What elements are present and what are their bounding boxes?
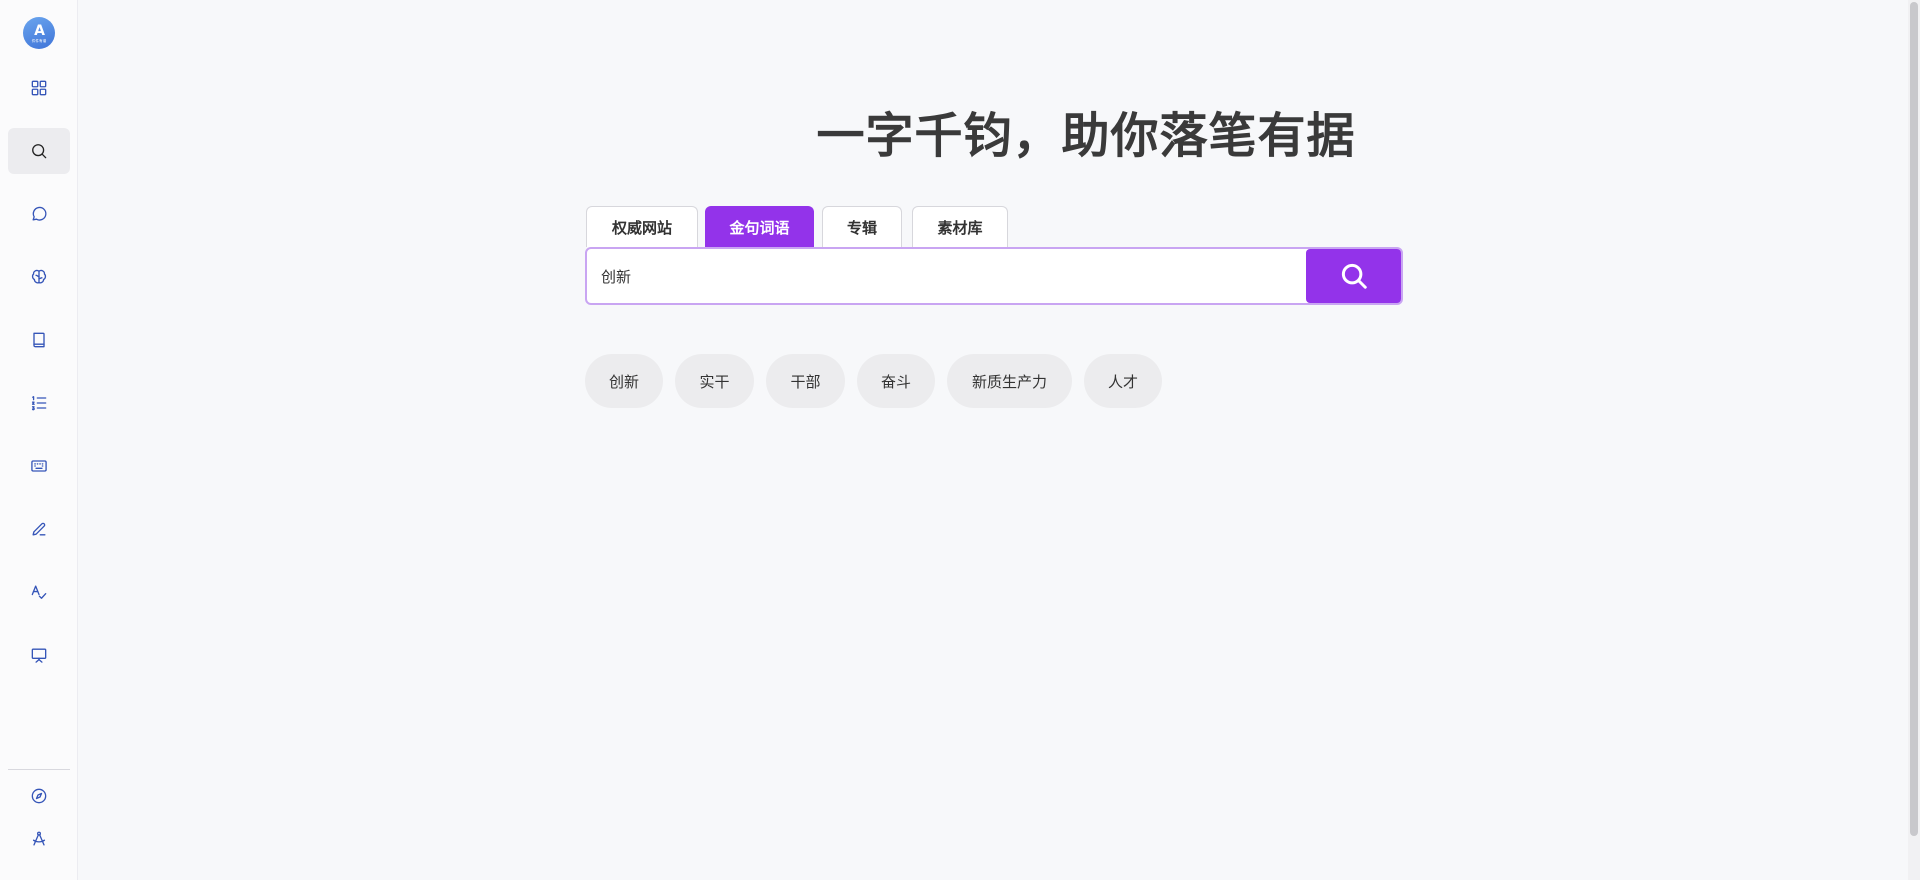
book-icon: [33, 332, 45, 348]
search-input[interactable]: [601, 249, 1301, 303]
tab-material-library[interactable]: 素材库: [912, 206, 1008, 247]
presentation-icon: [31, 648, 47, 663]
sidebar-item-proofread[interactable]: [8, 569, 70, 615]
sidebar-item-presentation[interactable]: [8, 632, 70, 678]
page-scrollbar[interactable]: [1908, 0, 1920, 880]
app-root: A 件件有谱 一字千钧，助你落笔有据 权威网站 金句词语 专辑 素材库 创新 创…: [0, 0, 1920, 880]
sidebar: A 件件有谱: [0, 0, 78, 880]
suggestion-chip[interactable]: 奋斗: [857, 354, 935, 408]
logo-text: 件件有谱: [31, 37, 47, 43]
sidebar-item-list[interactable]: [8, 380, 70, 426]
search-icon: [32, 144, 47, 159]
suggestion-chip[interactable]: 创新: [585, 354, 663, 408]
tab-albums[interactable]: 专辑: [822, 206, 902, 247]
sidebar-divider: [8, 769, 70, 770]
search-bar: [585, 247, 1403, 305]
keyboard-icon: [31, 460, 47, 472]
logo-mark: A: [34, 22, 45, 39]
scrollbar-thumb[interactable]: [1910, 2, 1918, 836]
suggestion-chip[interactable]: 实干: [675, 354, 754, 408]
main-content: 一字千钧，助你落笔有据 权威网站 金句词语 专辑 素材库 创新 实干 干部 奋斗…: [78, 0, 1920, 880]
page-headline: 一字千钧，助你落笔有据: [816, 108, 1356, 164]
sidebar-item-write[interactable]: [8, 506, 70, 552]
sidebar-item-library[interactable]: [8, 317, 70, 363]
tab-authoritative-sites[interactable]: 权威网站: [586, 206, 698, 247]
ordered-list-icon: [31, 396, 47, 411]
sidebar-item-keyboard[interactable]: [8, 443, 70, 489]
search-button[interactable]: [1306, 249, 1401, 303]
spell-check-icon: [31, 585, 47, 599]
sidebar-item-tools[interactable]: [8, 816, 70, 862]
grid-icon: [31, 80, 47, 96]
drafting-compass-icon: [32, 831, 46, 846]
suggestion-chip[interactable]: 新质生产力: [947, 354, 1072, 408]
sidebar-item-search[interactable]: [8, 128, 70, 174]
brain-icon: [31, 269, 47, 284]
search-icon: [1341, 263, 1367, 289]
sidebar-item-chat[interactable]: [8, 191, 70, 237]
compass-icon: [31, 788, 47, 804]
sidebar-item-brain[interactable]: [8, 254, 70, 300]
suggestion-chip[interactable]: 人才: [1084, 354, 1162, 408]
suggestion-chip[interactable]: 干部: [766, 354, 845, 408]
sidebar-item-discover[interactable]: [8, 773, 70, 819]
sidebar-item-dashboard[interactable]: [8, 65, 70, 111]
tab-quotes[interactable]: 金句词语: [705, 206, 814, 247]
pen-icon: [32, 522, 46, 536]
app-logo[interactable]: A 件件有谱: [23, 17, 55, 49]
chat-bubble-icon: [32, 206, 47, 221]
